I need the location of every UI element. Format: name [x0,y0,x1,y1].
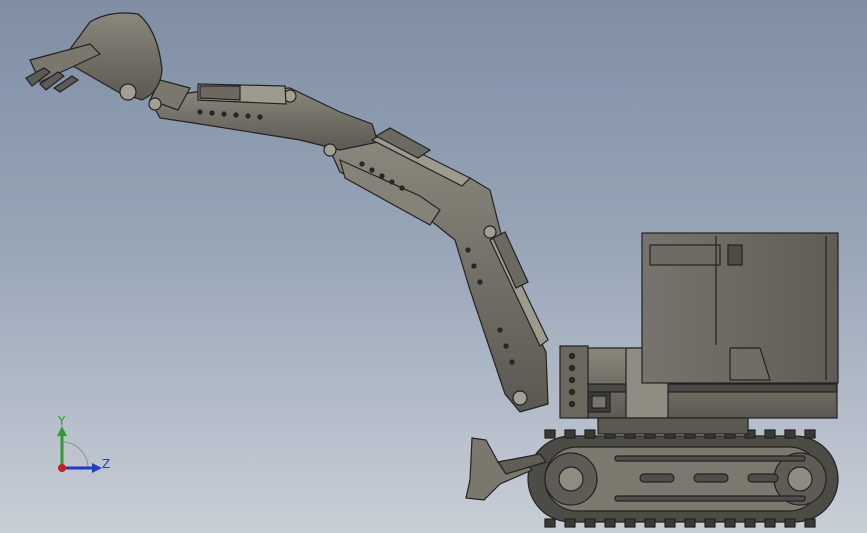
triad-quadrant [61,441,89,469]
origin-point [58,464,66,472]
track-assembly[interactable] [527,429,839,528]
excavator-model[interactable] [0,0,867,533]
z-axis-arrow [92,463,102,473]
z-axis-label: Z [102,457,111,471]
operator-cab[interactable] [641,232,839,384]
y-axis-label: Y [58,414,66,428]
graphics-viewport[interactable]: Y Z [0,0,867,533]
bucket[interactable] [25,12,163,111]
